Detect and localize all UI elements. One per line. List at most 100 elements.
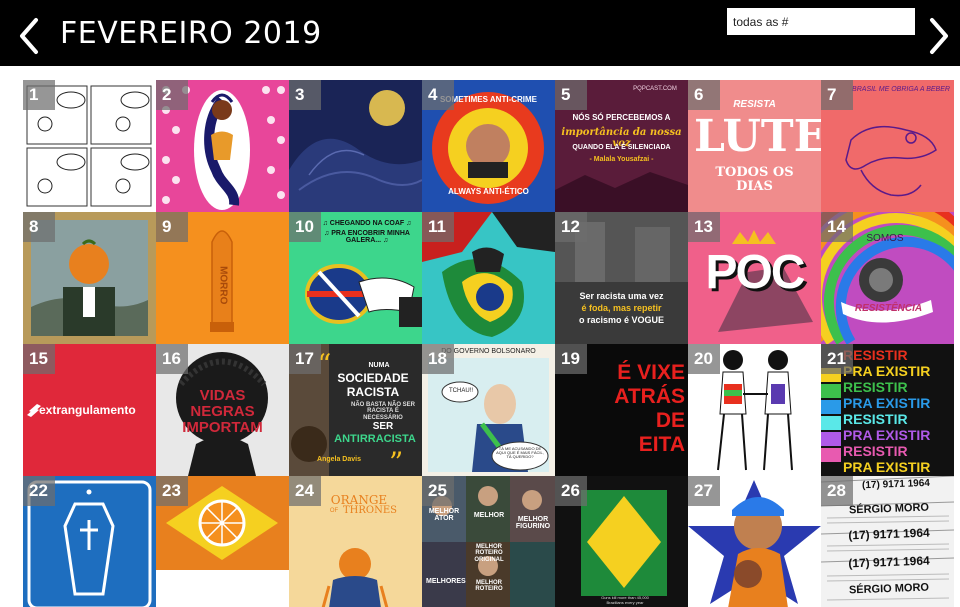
- day-tile-23[interactable]: 23: [156, 476, 289, 607]
- award-melhor-figurino: MELHOR FIGURINO: [515, 516, 551, 531]
- lettering-todos-os-dias: TODOS OS DIAS: [715, 165, 794, 194]
- day-tile-28[interactable]: (17) 9171 1964 (17) 9171 1964 SÉRGIO MOR…: [821, 476, 954, 607]
- cartoon-bubble-2: TÁ ME ACUSANDO DE AQUI QUE É MAIS FÁCIL,…: [496, 446, 544, 460]
- resistir-line-4: RESISTIR: [843, 443, 908, 459]
- day-number: 10: [289, 212, 321, 242]
- poster-line-ser: SER: [372, 421, 394, 432]
- chevron-left-icon[interactable]: [14, 16, 44, 56]
- importam-text: IMPORTAM: [182, 419, 263, 436]
- day-tile-5[interactable]: PQPCAST.COM NÓS SÓ PERCEBEMOS A importân…: [555, 80, 688, 212]
- day-tile-20[interactable]: 20: [688, 344, 821, 476]
- vixe-line-1: É VIXE: [617, 361, 685, 384]
- award-melhor-ator: MELHOR ATOR: [428, 508, 460, 523]
- bullet-label: MORRO: [217, 266, 229, 305]
- day-tile-21[interactable]: RESISTIR PRA EXISTIR RESISTIR PRA EXISTI…: [821, 344, 954, 476]
- banner-somos: SOMOS: [866, 233, 904, 244]
- poster-line-antirracista: ANTIRRACISTA: [334, 433, 416, 445]
- day-number: 17: [289, 344, 321, 374]
- award-melhor: MELHOR: [473, 512, 505, 519]
- chevron-right-icon[interactable]: [924, 16, 954, 56]
- poster-line-nao-basta: NÃO BASTA NÃO SER RACISTA É NECESSÁRIO: [350, 402, 415, 421]
- award-melhor-roteiro: MELHOR ROTEIRO: [475, 580, 503, 593]
- day-tile-9[interactable]: MORRO 9: [156, 212, 289, 344]
- poster-quote-line-3: QUANDO ELA É SILENCIADA: [572, 144, 671, 151]
- day-tile-12[interactable]: Ser racista uma vez é foda, mas repetir …: [555, 212, 688, 344]
- pra-existir-line-1: PRA EXISTIR: [843, 363, 931, 379]
- lettering-lute: LUTE: [694, 111, 821, 162]
- day-number: 14: [821, 212, 853, 242]
- day-number: 21: [821, 344, 853, 374]
- day-number: 12: [555, 212, 587, 242]
- day-tile-10[interactable]: ♫ CHEGANDO NA COAF ♫ ♫ PRA ENCOBRIR MINH…: [289, 212, 422, 344]
- poc-lettering: POC: [705, 246, 805, 299]
- header-bar: FEVEREIRO 2019: [0, 0, 960, 66]
- quote-line-1: Ser racista uma vez: [579, 291, 664, 301]
- day-tile-4[interactable]: SOMETIMES ANTI-CRIME ALWAYS ANTI-ÉTICO 4: [422, 80, 555, 212]
- song-line-2: ♫ PRA ENCOBRIR MINHA GALERA... ♫: [324, 230, 410, 245]
- day-number: 4: [422, 80, 454, 110]
- poster-quote-line-1: NÓS SÓ PERCEBEMOS A: [572, 113, 671, 122]
- day-tile-1[interactable]: 1: [23, 80, 156, 212]
- resistir-line-2: RESISTIR: [843, 379, 908, 395]
- day-number: 9: [156, 212, 188, 242]
- svg-text:”: ”: [389, 446, 403, 476]
- pra-existir-line-4: PRA EXISTIR: [843, 459, 931, 475]
- day-tile-26[interactable]: Guns kill more than 45,000 Brazilians ev…: [555, 476, 688, 607]
- day-number: 27: [688, 476, 720, 506]
- day-number: 24: [289, 476, 321, 506]
- hashtag-search-input[interactable]: [727, 8, 915, 35]
- day-tile-16[interactable]: VIDAS NEGRAS IMPORTAM 16: [156, 344, 289, 476]
- day-tile-27[interactable]: 27: [688, 476, 821, 607]
- page-title: FEVEREIRO 2019: [60, 16, 322, 51]
- day-number: 26: [555, 476, 587, 506]
- extrangulamento-logo-text: extrangulamento: [39, 403, 136, 417]
- thrones-line-3: THRONES: [342, 505, 398, 516]
- calendar-grid: 1 2 3 SOMETIMES ANTI-CRIME ALWAYS ANTI-É…: [23, 80, 955, 607]
- day-number: 18: [422, 344, 454, 374]
- banner-resistencia: RESISTÊNCIA: [854, 303, 923, 314]
- resistir-line-3: RESISTIR: [843, 411, 908, 427]
- day-number: 28: [821, 476, 853, 506]
- day-number: 20: [688, 344, 720, 374]
- day-tile-25[interactable]: MELHOR ATOR MELHOR MELHOR FIGURINO MELHO…: [422, 476, 555, 607]
- day-tile-14[interactable]: SOMOS RESISTÊNCIA 14: [821, 212, 954, 344]
- day-number: 16: [156, 344, 188, 374]
- quote-line-2: é foda, mas repetir: [581, 303, 662, 313]
- day-number: 25: [422, 476, 454, 506]
- day-tile-22[interactable]: 22: [23, 476, 156, 607]
- award-melhores: MELHORES: [426, 578, 466, 585]
- day-tile-13[interactable]: POC 13: [688, 212, 821, 344]
- sketch-caption: BRASIL ME OBRIGA A BEBER: [852, 86, 950, 93]
- day-number: 2: [156, 80, 188, 110]
- day-tile-3[interactable]: 3: [289, 80, 422, 212]
- pra-existir-line-3: PRA EXISTIR: [843, 427, 931, 443]
- poster-site-text: PQPCAST.COM: [633, 86, 677, 92]
- day-number: 1: [23, 80, 55, 110]
- day-tile-7[interactable]: BRASIL ME OBRIGA A BEBER 7: [821, 80, 954, 212]
- poster-caption-2: Brazilians every year: [606, 600, 644, 605]
- poster-line-numa: NUMA: [368, 362, 390, 369]
- day-tile-6[interactable]: RESISTA LUTE TODOS OS DIAS 6: [688, 80, 821, 212]
- day-number: 23: [156, 476, 188, 506]
- day-number: 7: [821, 80, 853, 110]
- day-tile-18[interactable]: DO GOVERNO BOLSONARO TCHAU!! TÁ ME ACUSA…: [422, 344, 555, 476]
- day-tile-24[interactable]: ORANGE OF THRONES 24: [289, 476, 422, 607]
- day-tile-17[interactable]: “ ” NUMA SOCIEDADE RACISTA NÃO BASTA NÃO…: [289, 344, 422, 476]
- quote-line-3: o racismo é VOGUE: [578, 315, 665, 325]
- poster-line-racista: RACISTA: [346, 385, 400, 399]
- badge-bottom-text: ALWAYS ANTI-ÉTICO: [448, 187, 529, 196]
- resistir-line-1: RESISTIR: [843, 347, 908, 363]
- day-number: 15: [23, 344, 55, 374]
- cartoon-bubble-tchau: TCHAU!!: [449, 388, 473, 394]
- day-tile-15[interactable]: extrangulamento 15: [23, 344, 156, 476]
- poster-quote-author: - Malala Yousafzai -: [589, 156, 654, 163]
- vidas-text: VIDAS: [199, 387, 246, 404]
- vixe-line-4: EITA: [638, 433, 685, 456]
- day-tile-2[interactable]: 2: [156, 80, 289, 212]
- day-number: 8: [23, 212, 55, 242]
- day-number: 3: [289, 80, 321, 110]
- day-tile-8[interactable]: 8: [23, 212, 156, 344]
- day-tile-11[interactable]: 11: [422, 212, 555, 344]
- day-number: 13: [688, 212, 720, 242]
- day-tile-19[interactable]: É VIXE ATRÁS DE EITA 19: [555, 344, 688, 476]
